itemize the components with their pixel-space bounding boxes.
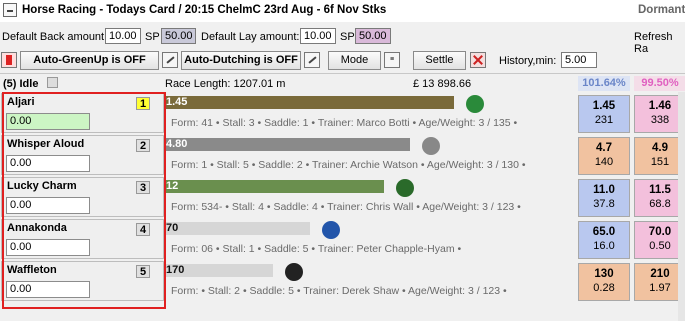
refresh-rate-label: Refresh Ra — [634, 31, 673, 55]
history-input[interactable]: 5.00 — [561, 52, 597, 68]
runner-form-info: Form: 41 • Stall: 3 • Saddle: 1 • Traine… — [171, 117, 518, 129]
back-odds-cell[interactable]: 65.0 16.0 — [578, 221, 630, 259]
auto-greenup-button[interactable]: Auto-GreenUp is OFF — [20, 51, 159, 70]
back-odds: 1.45 — [592, 100, 616, 112]
back-amount: 16.0 — [593, 240, 615, 252]
auto-dutching-button[interactable]: Auto-Dutching is OFF — [181, 51, 301, 70]
connection-status: Dormant — [638, 4, 685, 16]
jockey-silk-icon — [322, 221, 340, 239]
selection-highlight — [2, 92, 166, 309]
jockey-silk-icon — [285, 263, 303, 281]
runner-bar-row: 4.80 Form: 1 • Stall: 5 • Saddle: 2 • Tr… — [166, 135, 576, 175]
back-odds-cell[interactable]: 130 0.28 — [578, 263, 630, 301]
window-title: Horse Racing - Todays Card / 20:15 Chelm… — [22, 4, 387, 16]
sp-back-label: SP — [145, 31, 160, 43]
runner-form-info: Form: 06 • Stall: 1 • Saddle: 5 • Traine… — [171, 243, 462, 255]
back-odds-cell[interactable]: 4.7 140 — [578, 137, 630, 175]
mode-settings-icon[interactable]: ≡ — [384, 52, 400, 68]
default-back-label: Default Back amount: — [2, 31, 108, 43]
price-bar-value: 70 — [166, 222, 179, 234]
sp-lay-label: SP — [340, 31, 355, 43]
jockey-silk-icon — [466, 95, 484, 113]
back-amount: 140 — [594, 156, 614, 168]
runner-bar-row: 70 Form: 06 • Stall: 1 • Saddle: 5 • Tra… — [166, 219, 576, 259]
price-bar: 4.80 — [166, 138, 410, 151]
back-odds: 130 — [594, 268, 614, 280]
cancel-icon[interactable] — [470, 52, 486, 68]
total-matched: £ 13 898.66 — [413, 78, 472, 90]
sp-lay-input[interactable]: 50.00 — [355, 28, 391, 44]
back-amount: 37.8 — [593, 198, 615, 210]
back-odds: 65.0 — [592, 226, 616, 238]
runner-form-info: Form: • Stall: 2 • Saddle: 5 • Trainer: … — [171, 285, 507, 297]
price-bar-value: 170 — [166, 264, 185, 276]
default-lay-input[interactable]: 10.00 — [300, 28, 336, 44]
title-bar: Horse Racing - Todays Card / 20:15 Chelm… — [0, 0, 685, 22]
runner-bar-row: 170 Form: • Stall: 2 • Saddle: 5 • Train… — [166, 261, 576, 301]
sp-back-input[interactable]: 50.00 — [161, 28, 196, 44]
vertical-scrollbar[interactable] — [678, 92, 685, 321]
lay-book-percent: 99.50% — [634, 76, 685, 91]
price-bar: 170 — [166, 264, 273, 277]
back-book-percent: 101.64% — [578, 76, 630, 91]
toolbar-separator — [0, 73, 685, 74]
idle-status: (5) Idle — [3, 78, 39, 90]
back-odds: 11.0 — [593, 184, 615, 196]
runner-form-info: Form: 534- • Stall: 4 • Saddle: 4 • Trai… — [171, 201, 521, 213]
default-lay-label: Default Lay amount: — [201, 31, 300, 43]
price-bar-value: 1.45 — [166, 96, 188, 108]
price-bar: 1.45 — [166, 96, 454, 109]
back-amount: 231 — [594, 114, 614, 126]
price-bar: 12 — [166, 180, 384, 193]
back-odds-cell[interactable]: 1.45 231 — [578, 95, 630, 133]
jockey-silk-icon — [422, 137, 440, 155]
history-label: History,min: — [499, 55, 557, 67]
dutching-settings-icon[interactable] — [304, 52, 320, 68]
price-bar-value: 4.80 — [166, 138, 188, 150]
back-odds-cell[interactable]: 11.0 37.8 — [578, 179, 630, 217]
back-amount: 0.28 — [593, 282, 615, 294]
mode-button[interactable]: Mode — [328, 51, 381, 70]
alert-icon[interactable] — [1, 52, 17, 68]
runner-form-info: Form: 1 • Stall: 5 • Saddle: 2 • Trainer… — [171, 159, 526, 171]
greenup-settings-icon[interactable] — [162, 52, 178, 68]
back-odds: 4.7 — [596, 142, 612, 154]
price-bar: 70 — [166, 222, 310, 235]
settle-button[interactable]: Settle — [413, 51, 466, 70]
price-bar-value: 12 — [166, 180, 179, 192]
default-back-input[interactable]: 10.00 — [105, 28, 141, 44]
runner-bar-row: 1.45 Form: 41 • Stall: 3 • Saddle: 1 • T… — [166, 93, 576, 133]
window-menu-icon[interactable] — [3, 3, 17, 17]
runner-bar-row: 12 Form: 534- • Stall: 4 • Saddle: 4 • T… — [166, 177, 576, 217]
jockey-silk-icon — [396, 179, 414, 197]
idle-checkbox[interactable] — [47, 77, 58, 88]
race-length: Race Length: 1207.01 m — [165, 78, 286, 90]
